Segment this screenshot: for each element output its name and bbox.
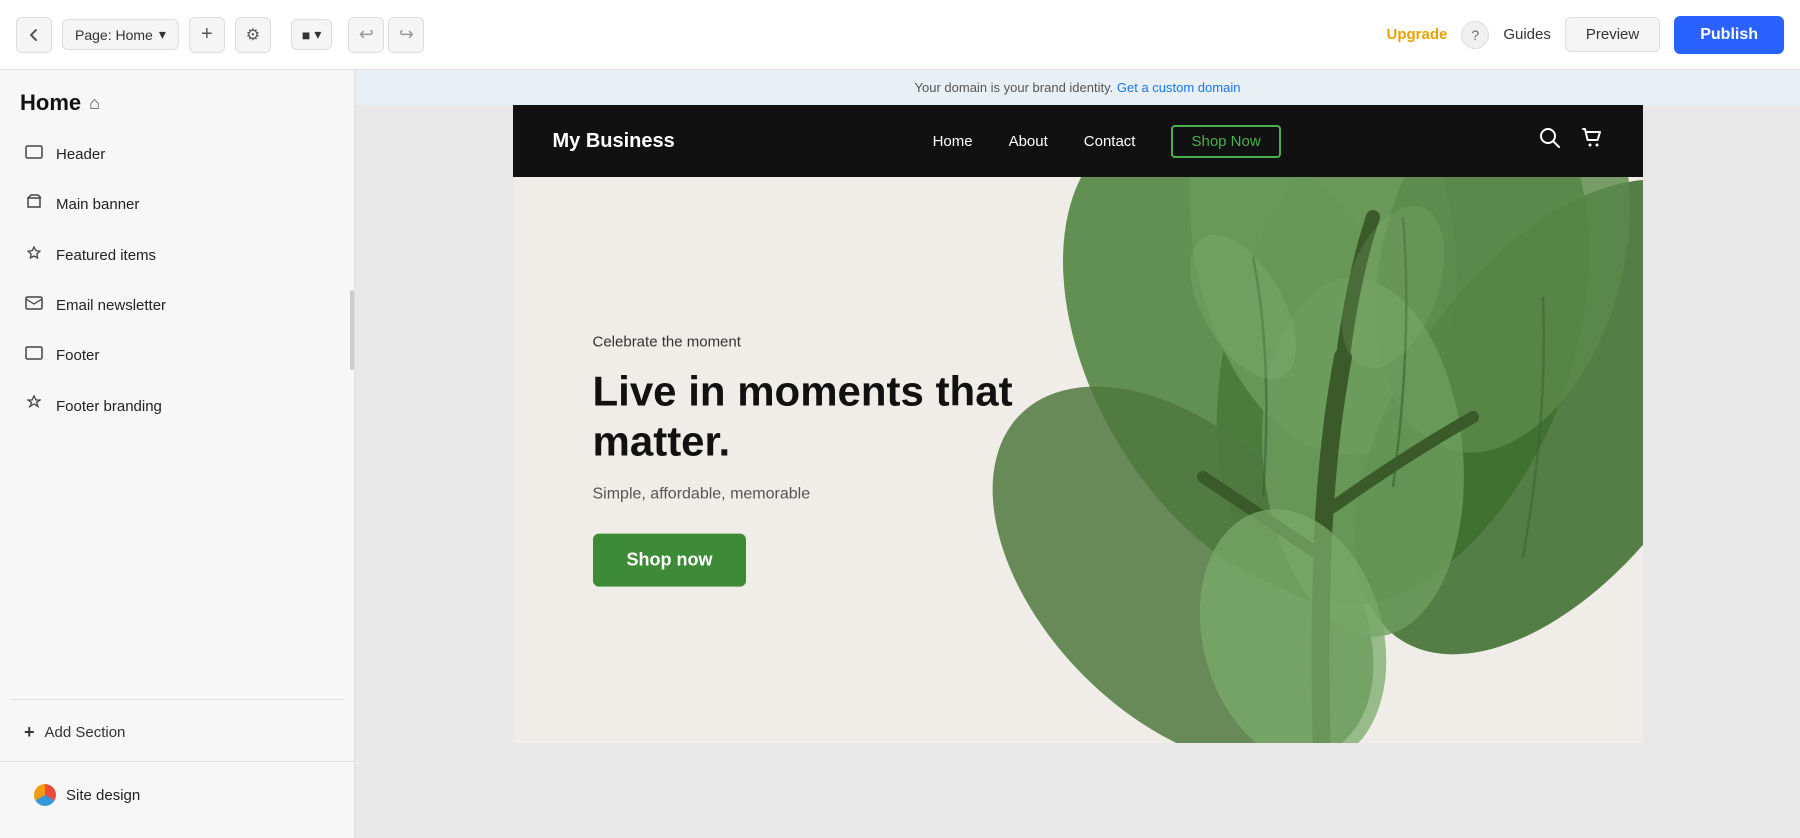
footer-branding-label: Footer branding bbox=[56, 398, 162, 415]
canvas-area: Your domain is your brand identity. Get … bbox=[355, 70, 1800, 838]
redo-button[interactable]: ↪ bbox=[388, 17, 424, 53]
featured-items-icon bbox=[24, 245, 44, 265]
footer-branding-icon bbox=[24, 395, 44, 418]
publish-button[interactable]: Publish bbox=[1674, 16, 1784, 54]
back-button[interactable] bbox=[16, 17, 52, 53]
preview-button[interactable]: Preview bbox=[1565, 17, 1660, 52]
sidebar-item-email-newsletter[interactable]: Email newsletter bbox=[10, 281, 344, 329]
hero-section: Celebrate the moment Live in moments tha… bbox=[513, 177, 1643, 743]
home-icon[interactable]: ⌂ bbox=[89, 93, 100, 114]
history-controls: ↩ ↪ bbox=[348, 17, 424, 53]
footer-icon bbox=[24, 345, 44, 365]
sidebar-scroll-handle bbox=[350, 290, 354, 370]
site-design-icon bbox=[34, 784, 56, 806]
main-banner-label: Main banner bbox=[56, 196, 139, 213]
website-preview: My Business Home About Contact Shop Now bbox=[513, 105, 1643, 743]
sidebar-item-main-banner[interactable]: Main banner bbox=[10, 180, 344, 229]
sidebar-divider bbox=[10, 699, 344, 700]
guides-button[interactable]: Guides bbox=[1503, 26, 1551, 43]
device-selector[interactable]: ■ ▾ bbox=[291, 19, 333, 50]
site-design-label: Site design bbox=[66, 787, 140, 804]
hero-tagline: Celebrate the moment bbox=[593, 334, 1093, 351]
help-button[interactable]: ? bbox=[1461, 21, 1489, 49]
sidebar: Home ⌂ Header Main banner bbox=[0, 70, 355, 838]
sidebar-item-footer[interactable]: Footer bbox=[10, 331, 344, 379]
nav-item-contact[interactable]: Contact bbox=[1084, 133, 1136, 150]
sidebar-scroll-area: Header Main banner Featured items bbox=[0, 130, 354, 691]
site-header: My Business Home About Contact Shop Now bbox=[513, 105, 1643, 177]
sidebar-item-featured-items[interactable]: Featured items bbox=[10, 231, 344, 279]
sidebar-title-row: Home ⌂ bbox=[0, 70, 354, 130]
domain-banner-text: Your domain is your brand identity. bbox=[915, 80, 1114, 95]
header-icon bbox=[24, 144, 44, 164]
sidebar-sections: Header Main banner Featured items bbox=[0, 130, 354, 444]
settings-button[interactable]: ⚙ bbox=[235, 17, 271, 53]
main-content: Home ⌂ Header Main banner bbox=[0, 70, 1800, 838]
custom-domain-link[interactable]: Get a custom domain bbox=[1117, 80, 1241, 95]
sidebar-item-site-design[interactable]: Site design bbox=[20, 772, 334, 818]
hero-title: Live in moments that matter. bbox=[593, 367, 1093, 468]
upgrade-link[interactable]: Upgrade bbox=[1386, 26, 1447, 43]
nav-shop-now-button[interactable]: Shop Now bbox=[1171, 125, 1280, 158]
featured-items-label: Featured items bbox=[56, 247, 156, 264]
search-icon[interactable] bbox=[1539, 127, 1561, 155]
nav-item-home[interactable]: Home bbox=[933, 133, 973, 150]
email-newsletter-icon bbox=[24, 295, 44, 315]
toolbar-left: Page: Home ▾ + ⚙ bbox=[16, 17, 271, 53]
nav-item-about[interactable]: About bbox=[1009, 133, 1048, 150]
page-label: Page: Home bbox=[75, 27, 153, 43]
header-label: Header bbox=[56, 146, 105, 163]
device-chevron-icon: ▾ bbox=[314, 26, 321, 43]
sidebar-item-footer-branding[interactable]: Footer branding bbox=[10, 381, 344, 432]
toolbar: Page: Home ▾ + ⚙ ■ ▾ ↩ ↪ Upgrade ? Guid bbox=[0, 0, 1800, 70]
hero-content: Celebrate the moment Live in moments tha… bbox=[593, 334, 1093, 587]
hero-subtitle: Simple, affordable, memorable bbox=[593, 485, 1093, 503]
page-selector[interactable]: Page: Home ▾ bbox=[62, 19, 179, 50]
sidebar-bottom: Site design bbox=[0, 761, 354, 838]
add-section-button[interactable]: + bbox=[189, 17, 225, 53]
chevron-down-icon: ▾ bbox=[159, 26, 166, 43]
undo-button[interactable]: ↩ bbox=[348, 17, 384, 53]
sidebar-item-header[interactable]: Header bbox=[10, 130, 344, 178]
cart-icon[interactable] bbox=[1581, 127, 1603, 155]
toolbar-middle: ■ ▾ ↩ ↪ bbox=[291, 17, 425, 53]
site-header-icons bbox=[1539, 127, 1603, 155]
toolbar-right: Upgrade ? Guides Preview Publish bbox=[1386, 16, 1784, 54]
add-section-label: Add Section bbox=[45, 724, 126, 741]
device-icon: ■ bbox=[302, 27, 310, 43]
add-section-plus-icon: + bbox=[24, 722, 35, 743]
footer-label: Footer bbox=[56, 347, 99, 364]
sidebar-title: Home bbox=[20, 90, 81, 116]
add-section-row[interactable]: + Add Section bbox=[10, 708, 344, 757]
domain-banner: Your domain is your brand identity. Get … bbox=[355, 70, 1800, 105]
site-logo: My Business bbox=[553, 130, 675, 153]
email-newsletter-label: Email newsletter bbox=[56, 297, 166, 314]
main-banner-icon bbox=[24, 194, 44, 215]
hero-cta-button[interactable]: Shop now bbox=[593, 533, 747, 586]
site-nav: Home About Contact Shop Now bbox=[933, 125, 1281, 158]
